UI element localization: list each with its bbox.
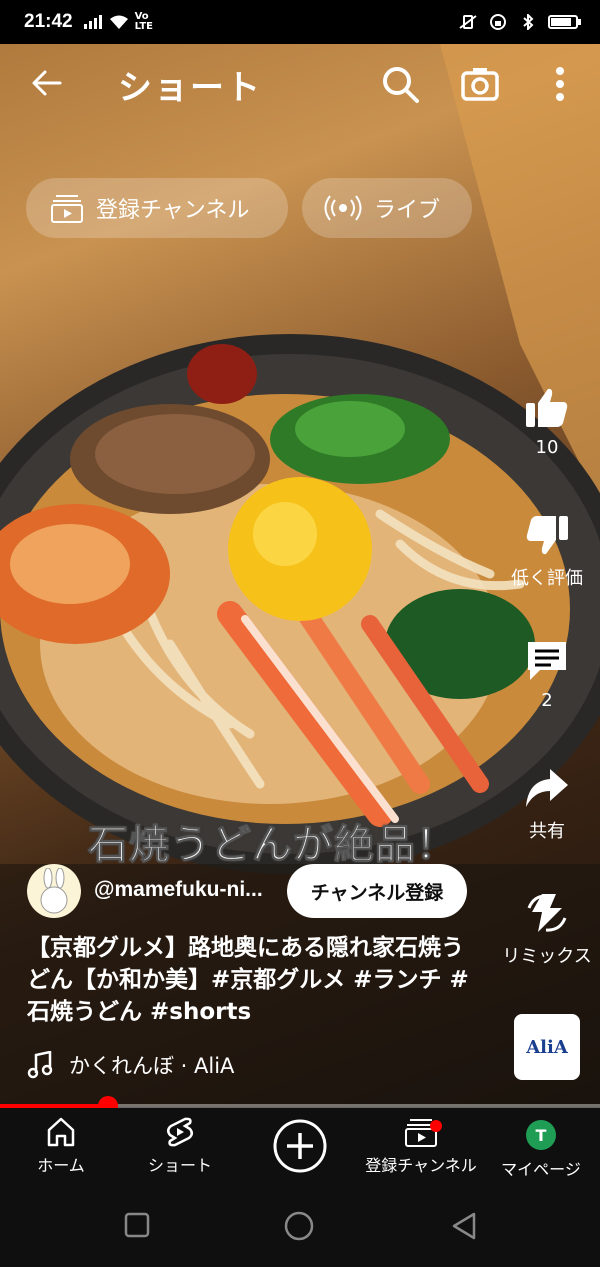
back-triangle-icon[interactable] xyxy=(450,1212,478,1240)
arrow-left-icon[interactable] xyxy=(30,66,64,100)
subscribe-button[interactable]: チャンネル登録 xyxy=(287,864,467,918)
nav-label: ホーム xyxy=(37,1156,85,1175)
video-title[interactable]: 【京都グルメ】路地奥にある隠れ家石焼うどん【か和か美】#京都グルメ #ランチ #… xyxy=(27,932,477,1028)
home-circle-icon[interactable] xyxy=(284,1211,314,1241)
avatar: T xyxy=(526,1120,556,1150)
top-bar: ショート xyxy=(0,50,600,120)
camera-icon[interactable] xyxy=(460,64,500,104)
search-icon[interactable] xyxy=(380,64,420,104)
nav-label: ショート xyxy=(147,1156,212,1175)
status-bar: 21:42 Vo LTE xyxy=(0,0,600,44)
nav-create-button[interactable] xyxy=(272,1118,328,1178)
remix-button[interactable]: リミックス xyxy=(492,890,600,968)
page-title: ショート xyxy=(118,68,262,108)
chip-label: ライブ xyxy=(374,198,441,223)
lock-icon xyxy=(490,14,506,30)
music-label: かくれんぼ · AliA xyxy=(69,1054,235,1078)
dislike-label: 低く評価 xyxy=(511,568,583,589)
shorts-icon xyxy=(167,1117,193,1147)
remix-icon xyxy=(527,894,567,932)
volte-label: Vo LTE xyxy=(134,11,153,32)
subscriptions-icon xyxy=(51,195,83,223)
chip-subscriptions[interactable]: 登録チャンネル xyxy=(26,178,288,238)
dislike-button[interactable]: 低く評価 xyxy=(492,512,600,590)
comment-count: 2 xyxy=(541,690,553,711)
share-button[interactable]: 共有 xyxy=(492,765,600,843)
sound-thumbnail[interactable]: AliA xyxy=(514,1014,580,1080)
remix-label: リミックス xyxy=(502,946,592,967)
comment-button[interactable]: 2 xyxy=(492,638,600,711)
bottom-nav: ホーム ショート 登録チャンネル T マイページ xyxy=(0,1108,600,1188)
share-label: 共有 xyxy=(529,821,565,842)
sound-thumb-text: AliA xyxy=(526,1036,568,1058)
nav-home[interactable]: ホーム xyxy=(26,1116,96,1176)
status-time: 21:42 xyxy=(24,11,73,32)
channel-handle[interactable]: @mamefuku-ni... xyxy=(94,878,263,902)
music-row[interactable]: かくれんぼ · AliA xyxy=(27,1050,234,1080)
like-count: 10 xyxy=(535,437,559,458)
signal-icon xyxy=(83,15,102,29)
comment-icon xyxy=(528,642,566,680)
video-overlay-caption: 石焼うどんが絶品！ xyxy=(88,822,457,869)
create-plus-icon xyxy=(273,1119,327,1173)
share-arrow-icon xyxy=(526,769,568,807)
thumbs-down-icon xyxy=(526,516,568,555)
music-note-icon xyxy=(27,1051,53,1079)
thumbs-up-icon xyxy=(526,388,568,427)
bluetooth-icon xyxy=(523,14,534,30)
wifi-icon xyxy=(109,15,128,29)
home-icon xyxy=(47,1117,75,1147)
nav-label: マイページ xyxy=(501,1160,581,1179)
vibrate-icon xyxy=(459,15,477,29)
channel-avatar[interactable] xyxy=(27,864,81,918)
nav-shorts[interactable]: ショート xyxy=(140,1116,220,1176)
notification-dot xyxy=(430,1120,442,1132)
battery-icon xyxy=(548,15,581,29)
like-button[interactable]: 10 xyxy=(492,385,600,458)
more-vert-icon[interactable] xyxy=(545,64,575,104)
live-icon xyxy=(324,195,362,221)
recents-square-icon[interactable] xyxy=(124,1212,150,1238)
chip-label: 登録チャンネル xyxy=(96,198,250,223)
chip-live[interactable]: ライブ xyxy=(302,178,472,238)
system-nav-bar xyxy=(0,1188,600,1267)
nav-you[interactable]: T マイページ xyxy=(495,1116,587,1180)
rabbit-avatar-icon xyxy=(40,868,68,914)
nav-label: 登録チャンネル xyxy=(365,1156,477,1175)
nav-subscriptions[interactable]: 登録チャンネル xyxy=(360,1116,482,1176)
